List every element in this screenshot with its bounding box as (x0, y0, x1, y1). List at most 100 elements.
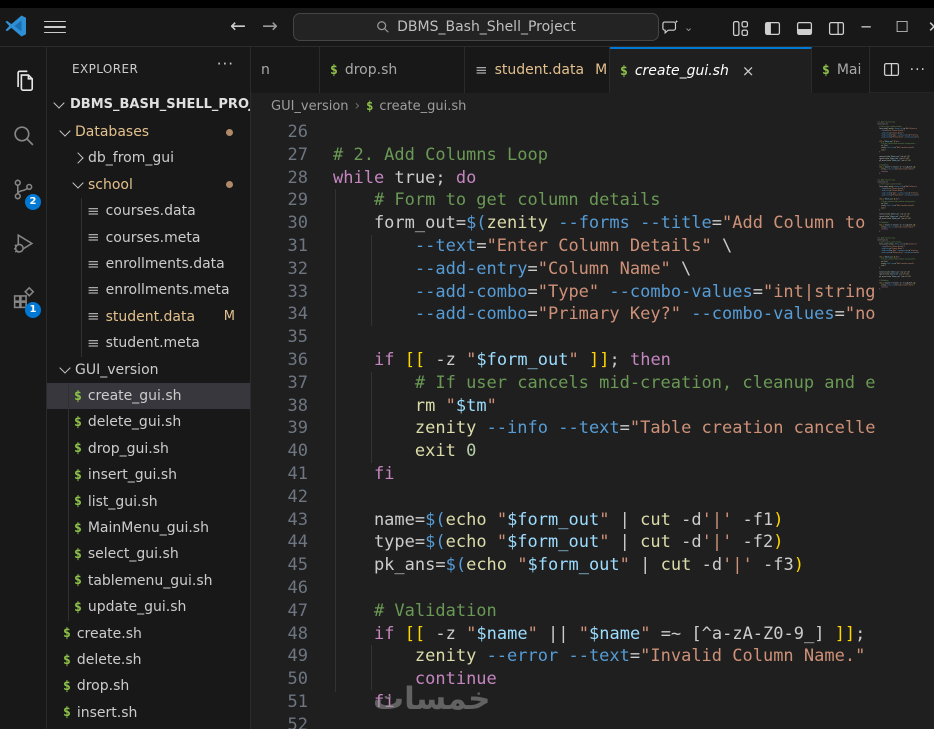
root-folder-label: DBMS_BASH_SHELL_PROJ... (70, 97, 251, 112)
breadcrumb-item[interactable]: GUI_version (271, 99, 349, 114)
search-value: DBMS_Bash_Shell_Project (397, 19, 576, 35)
close-icon[interactable]: × (742, 62, 755, 80)
breadcrumb-separator: › (355, 98, 361, 114)
breadcrumb-item[interactable]: create_gui.sh (379, 99, 466, 114)
tree-item-student.meta[interactable]: ≡student.meta (47, 330, 251, 356)
line-number: 45 (251, 554, 308, 577)
line-number: 37 (251, 372, 308, 395)
line-number: 36 (251, 349, 308, 372)
tab-Mai[interactable]: $Mai (812, 47, 870, 93)
activity-bar-item-extensions[interactable]: 1 (0, 273, 46, 321)
tree-item-list_gui.sh[interactable]: $list_gui.sh (47, 489, 251, 515)
line-number: 35 (251, 326, 308, 349)
tree-item-insert.sh[interactable]: $insert.sh (47, 700, 251, 726)
code-line-41: 41 fi (251, 463, 876, 486)
code-line-47: 47 # Validation (251, 600, 876, 623)
tree-item-label: Databases (75, 124, 149, 140)
editor-pane[interactable]: 2627# 2. Add Columns Loop28while true; d… (251, 119, 934, 729)
chevron-down-icon (53, 97, 64, 108)
tree-item-label: enrollments.meta (106, 282, 230, 298)
tree-item-label: select_gui.sh (88, 546, 179, 562)
explorer-more-actions-icon[interactable]: ··· (217, 55, 234, 73)
tree-item-select_gui.sh[interactable]: $select_gui.sh (47, 541, 251, 567)
tree-item-label: student.data (106, 309, 196, 325)
explorer-root-folder[interactable]: DBMS_BASH_SHELL_PROJ... (47, 91, 250, 117)
tree-item-create_gui.sh[interactable]: $create_gui.sh (47, 383, 251, 409)
close-button[interactable]: ✕ (920, 14, 934, 40)
code-line-31: 31 --text="Enter Column Details" \ (251, 235, 876, 258)
explorer-sidebar: EXPLORER ··· DBMS_BASH_SHELL_PROJ... Dat… (47, 47, 251, 729)
tree-item-GUI_version[interactable]: GUI_version (47, 357, 251, 383)
line-number: 40 (251, 440, 308, 463)
tab-bar: n $ drop.sh ≡student.dataM$create_gui.sh×$M… (251, 47, 934, 93)
tree-item-drop_gui.sh[interactable]: $drop_gui.sh (47, 436, 251, 462)
code-line-38: 38 rm "$tm" (251, 395, 876, 418)
line-number: 47 (251, 600, 308, 623)
editor-layout-icon[interactable] (728, 16, 752, 40)
activity-bar-item-run-debug[interactable] (0, 219, 46, 267)
tree-item-student.data[interactable]: ≡student.dataM (47, 304, 251, 330)
tab-create_gui.sh[interactable]: $create_gui.sh× (610, 47, 812, 93)
code-line-50: 50 continue (251, 668, 876, 691)
shell-file-icon: $ (330, 63, 338, 78)
tree-item-insert_gui.sh[interactable]: $insert_gui.sh (47, 462, 251, 488)
git-modified-dot (226, 181, 233, 188)
line-number: 52 (251, 714, 308, 729)
maximize-button[interactable]: ☐ (888, 14, 916, 40)
tree-item-MainMenu_gui.sh[interactable]: $MainMenu_gui.sh (47, 515, 251, 541)
tab-label: drop.sh (345, 62, 397, 78)
more-actions-icon[interactable]: ··· (910, 62, 926, 78)
forward-icon[interactable]: → (256, 12, 284, 40)
minimap[interactable]: 2627# 2. Add Columns Loop28while true; d… (877, 119, 934, 729)
tree-item-drop.sh[interactable]: $drop.sh (47, 673, 251, 699)
vscode-logo-icon (4, 14, 28, 38)
line-number: 49 (251, 645, 308, 668)
menu-icon[interactable] (44, 16, 66, 38)
activity-bar-item-search[interactable] (0, 111, 46, 159)
activity-bar-item-source-control[interactable]: 2 (0, 165, 46, 213)
tree-item-school[interactable]: school (47, 172, 251, 198)
chevron-down-icon: ⌄ (684, 21, 693, 34)
line-number: 39 (251, 417, 308, 440)
code-line-44: 44 type=$(echo "$form_out" | cut -d'|' -… (251, 531, 876, 554)
tree-item-label: list_gui.sh (88, 494, 158, 510)
git-modified-badge: M (595, 62, 607, 78)
shell-file-icon: $ (74, 441, 82, 456)
tree-item-enrollments.data[interactable]: ≡enrollments.data (47, 251, 251, 277)
data-file-icon: ≡ (87, 230, 100, 245)
copilot-chat-button[interactable]: ⌄ (662, 15, 708, 39)
tree-item-Databases[interactable]: Databases (47, 119, 251, 145)
tree-item-label: courses.meta (106, 230, 201, 246)
shell-file-icon: $ (74, 415, 82, 430)
back-icon[interactable]: ← (224, 12, 252, 40)
tree-item-tablemenu_gui.sh[interactable]: $tablemenu_gui.sh (47, 568, 251, 594)
tree-item-label: courses.data (106, 203, 196, 219)
titlebar: ← → DBMS_Bash_Shell_Project ⌄ (0, 8, 934, 47)
toggle-panel-icon[interactable] (792, 16, 816, 40)
toggle-secondary-sidebar-icon[interactable] (824, 16, 848, 40)
tree-item-enrollments.meta[interactable]: ≡enrollments.meta (47, 277, 251, 303)
line-number: 41 (251, 463, 308, 486)
tree-item-courses.data[interactable]: ≡ courses.data (47, 198, 251, 224)
tab-n[interactable]: n (251, 47, 320, 93)
explorer-title: EXPLORER (72, 62, 138, 76)
tree-item-db_from_gui[interactable]: db_from_gui (47, 145, 251, 171)
tab-label: Mai (837, 62, 862, 78)
toggle-primary-sidebar-icon[interactable] (760, 16, 784, 40)
tree-item-create.sh[interactable]: $create.sh (47, 621, 251, 647)
activity-bar-item-explorer[interactable] (0, 57, 46, 105)
source-control-badge: 2 (25, 194, 41, 210)
tab-drop.sh[interactable]: $ drop.sh (320, 47, 465, 93)
tab-student.data[interactable]: ≡student.dataM (465, 47, 610, 93)
tree-item-update_gui.sh[interactable]: $update_gui.sh (47, 594, 251, 620)
tree-item-delete_gui.sh[interactable]: $delete_gui.sh (47, 409, 251, 435)
data-file-icon: ≡ (87, 204, 100, 219)
activity-bar: 21 (0, 47, 47, 729)
data-file-icon: ≡ (87, 309, 100, 324)
tree-item-delete.sh[interactable]: $delete.sh (47, 647, 251, 673)
split-editor-icon[interactable] (883, 61, 900, 78)
extensions-badge: 1 (25, 302, 41, 318)
tree-item-courses.meta[interactable]: ≡ courses.meta (47, 225, 251, 251)
minimize-button[interactable]: ─ (852, 14, 880, 40)
command-center-search[interactable]: DBMS_Bash_Shell_Project (293, 13, 659, 41)
